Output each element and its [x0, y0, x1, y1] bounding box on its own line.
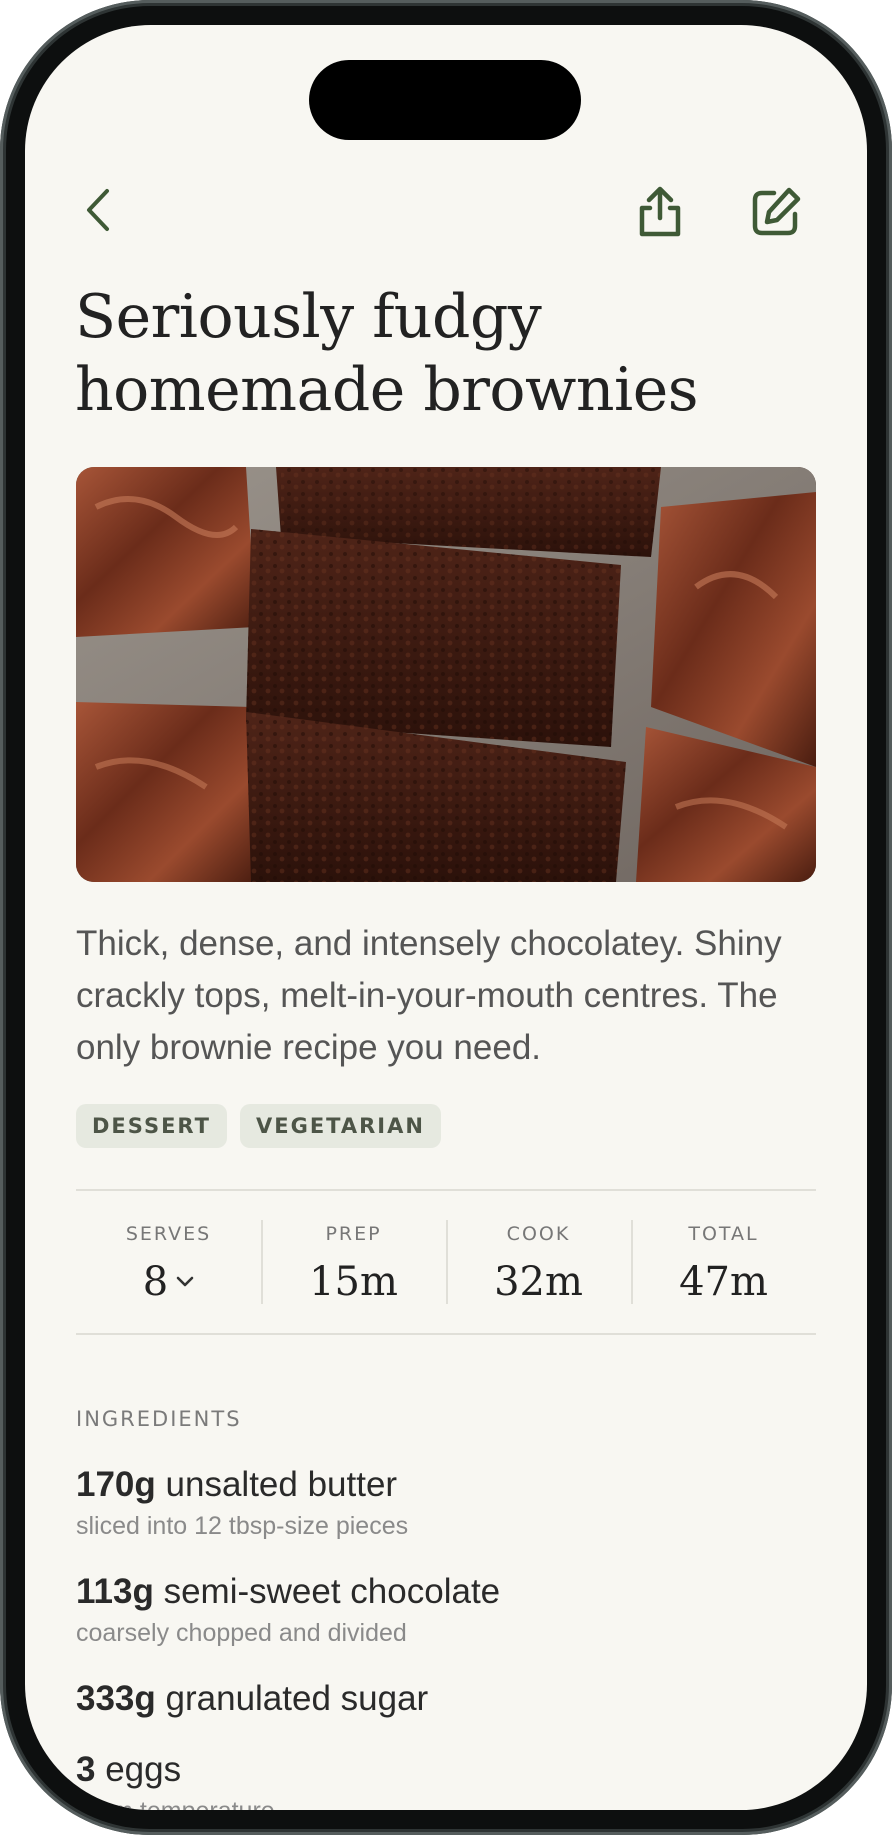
divider [76, 1333, 816, 1335]
recipe-photo[interactable] [76, 467, 816, 882]
ingredients-heading: INGREDIENTS [76, 1407, 242, 1431]
chevron-left-icon [87, 189, 109, 231]
back-button[interactable] [69, 180, 129, 240]
serves-label: SERVES [125, 1223, 212, 1245]
share-icon [639, 186, 681, 237]
recipe-description: Thick, dense, and intensely chocolatey. … [76, 924, 782, 1067]
tag-list: DESSERT VEGETARIAN [76, 1104, 441, 1148]
ingredient-item[interactable]: 3 eggs room temperature [76, 1748, 816, 1810]
ingredient-quantity: 170g [76, 1465, 156, 1504]
dynamic-island [309, 60, 581, 140]
recipe-stats: SERVES 8 PREP 15m COOK 32m TOTAL 47m [76, 1220, 816, 1305]
ingredient-name: unsalted butter [165, 1465, 398, 1504]
recipe-title: Seriously fudgy homemade brownies [75, 282, 699, 425]
edit-button[interactable] [741, 177, 811, 247]
cook-value: 32m [494, 1259, 583, 1305]
divider [76, 1189, 816, 1191]
total-stat: TOTAL 47m [631, 1220, 816, 1305]
ingredient-quantity: 333g [76, 1679, 156, 1718]
ingredient-list: 170g unsalted butter sliced into 12 tbsp… [76, 1463, 816, 1810]
ingredient-quantity: 3 [76, 1750, 96, 1789]
app-screen: Seriously fudgy homemade brownies Thick,… [25, 25, 867, 1810]
total-label: TOTAL [688, 1223, 759, 1245]
tag-dessert[interactable]: DESSERT [76, 1104, 227, 1148]
serves-selector[interactable]: SERVES 8 [76, 1220, 261, 1305]
share-button[interactable] [625, 177, 695, 247]
total-value: 47m [679, 1259, 768, 1305]
ingredient-item[interactable]: 333g granulated sugar [76, 1677, 816, 1721]
chevron-down-icon [176, 1276, 194, 1287]
ingredient-note: room temperature [76, 1794, 816, 1810]
ingredient-note: coarsely chopped and divided [76, 1619, 407, 1647]
prep-value: 15m [309, 1259, 398, 1305]
brownie-photo [76, 467, 816, 882]
ingredient-note: sliced into 12 tbsp-size pieces [76, 1512, 409, 1540]
ingredient-name: semi-sweet chocolate [163, 1572, 501, 1611]
cook-label: COOK [506, 1223, 571, 1245]
ingredient-quantity: 113g [76, 1572, 154, 1611]
serves-value: 8 [142, 1259, 169, 1305]
prep-stat: PREP 15m [261, 1220, 446, 1305]
prep-label: PREP [325, 1223, 382, 1245]
ingredient-item[interactable]: 170g unsalted butter sliced into 12 tbsp… [76, 1463, 816, 1543]
ingredient-name: eggs [105, 1750, 182, 1789]
ingredient-name: granulated sugar [165, 1679, 429, 1718]
ingredient-item[interactable]: 113g semi-sweet chocolate coarsely chopp… [76, 1570, 816, 1650]
cook-stat: COOK 32m [446, 1220, 631, 1305]
edit-icon [752, 187, 801, 236]
tag-vegetarian[interactable]: VEGETARIAN [239, 1104, 441, 1148]
